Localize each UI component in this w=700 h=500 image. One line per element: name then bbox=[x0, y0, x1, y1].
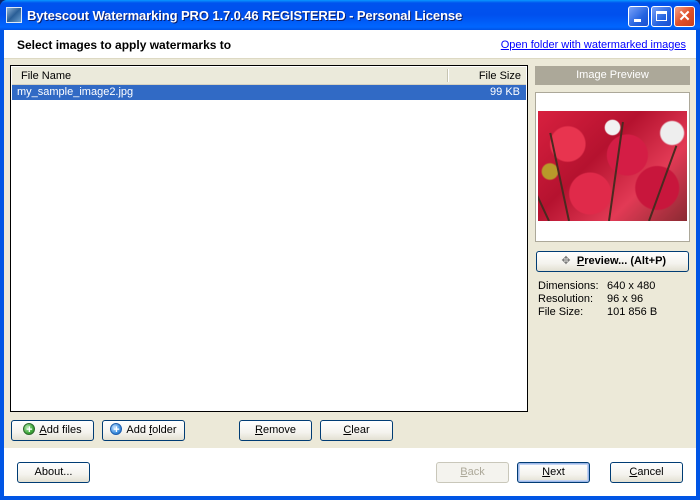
image-preview-box bbox=[535, 92, 690, 242]
branch bbox=[648, 145, 678, 221]
move-arrows-icon: ✥ bbox=[561, 255, 571, 267]
app-icon bbox=[6, 7, 22, 23]
minimize-icon bbox=[634, 19, 641, 22]
minimize-button[interactable] bbox=[628, 6, 649, 27]
window-title: Bytescout Watermarking PRO 1.7.0.46 REGI… bbox=[27, 8, 463, 23]
maximize-icon bbox=[656, 11, 667, 21]
back-button[interactable]: Back bbox=[436, 462, 509, 483]
column-header-file-size[interactable]: File Size bbox=[479, 70, 521, 82]
app-window: Bytescout Watermarking PRO 1.7.0.46 REGI… bbox=[0, 0, 700, 500]
column-header-file-name[interactable]: File Name bbox=[21, 70, 71, 82]
preview-button[interactable]: ✥ Preview... (Alt+P) bbox=[536, 251, 689, 272]
title-bar[interactable]: Bytescout Watermarking PRO 1.7.0.46 REGI… bbox=[0, 0, 700, 30]
about-button[interactable]: About... bbox=[17, 462, 90, 483]
preview-image bbox=[538, 111, 687, 221]
branch bbox=[538, 166, 550, 221]
open-folder-link[interactable]: Open folder with watermarked images bbox=[501, 39, 686, 51]
cancel-button[interactable]: Cancel bbox=[610, 462, 683, 483]
image-preview-label: Image Preview bbox=[535, 66, 690, 85]
remove-button[interactable]: Remove bbox=[239, 420, 312, 441]
branch bbox=[608, 121, 624, 221]
next-button[interactable]: Next bbox=[517, 462, 590, 483]
clear-button[interactable]: Clear bbox=[320, 420, 393, 441]
file-list[interactable]: File Name File Size my_sample_image2.jpg… bbox=[10, 65, 528, 412]
page-title: Select images to apply watermarks to bbox=[17, 38, 232, 52]
add-files-button[interactable]: Add files bbox=[11, 420, 94, 441]
add-folder-button[interactable]: Add folder bbox=[102, 420, 185, 441]
file-name: my_sample_image2.jpg bbox=[17, 86, 134, 98]
wizard-header: Select images to apply watermarks to Ope… bbox=[4, 30, 696, 59]
maximize-button[interactable] bbox=[651, 6, 672, 27]
file-size: 99 KB bbox=[490, 86, 520, 98]
wizard-footer: About... Back Next Cancel bbox=[4, 448, 696, 496]
file-row[interactable]: my_sample_image2.jpg 99 KB bbox=[12, 85, 526, 100]
client-area: Select images to apply watermarks to Ope… bbox=[4, 30, 696, 496]
close-icon: ✕ bbox=[678, 8, 691, 25]
list-header: File Name File Size bbox=[12, 67, 526, 85]
column-separator[interactable] bbox=[447, 69, 449, 82]
add-icon bbox=[23, 421, 36, 440]
branch bbox=[549, 132, 570, 221]
add-folder-icon bbox=[110, 421, 123, 440]
close-button[interactable]: ✕ bbox=[674, 6, 695, 27]
